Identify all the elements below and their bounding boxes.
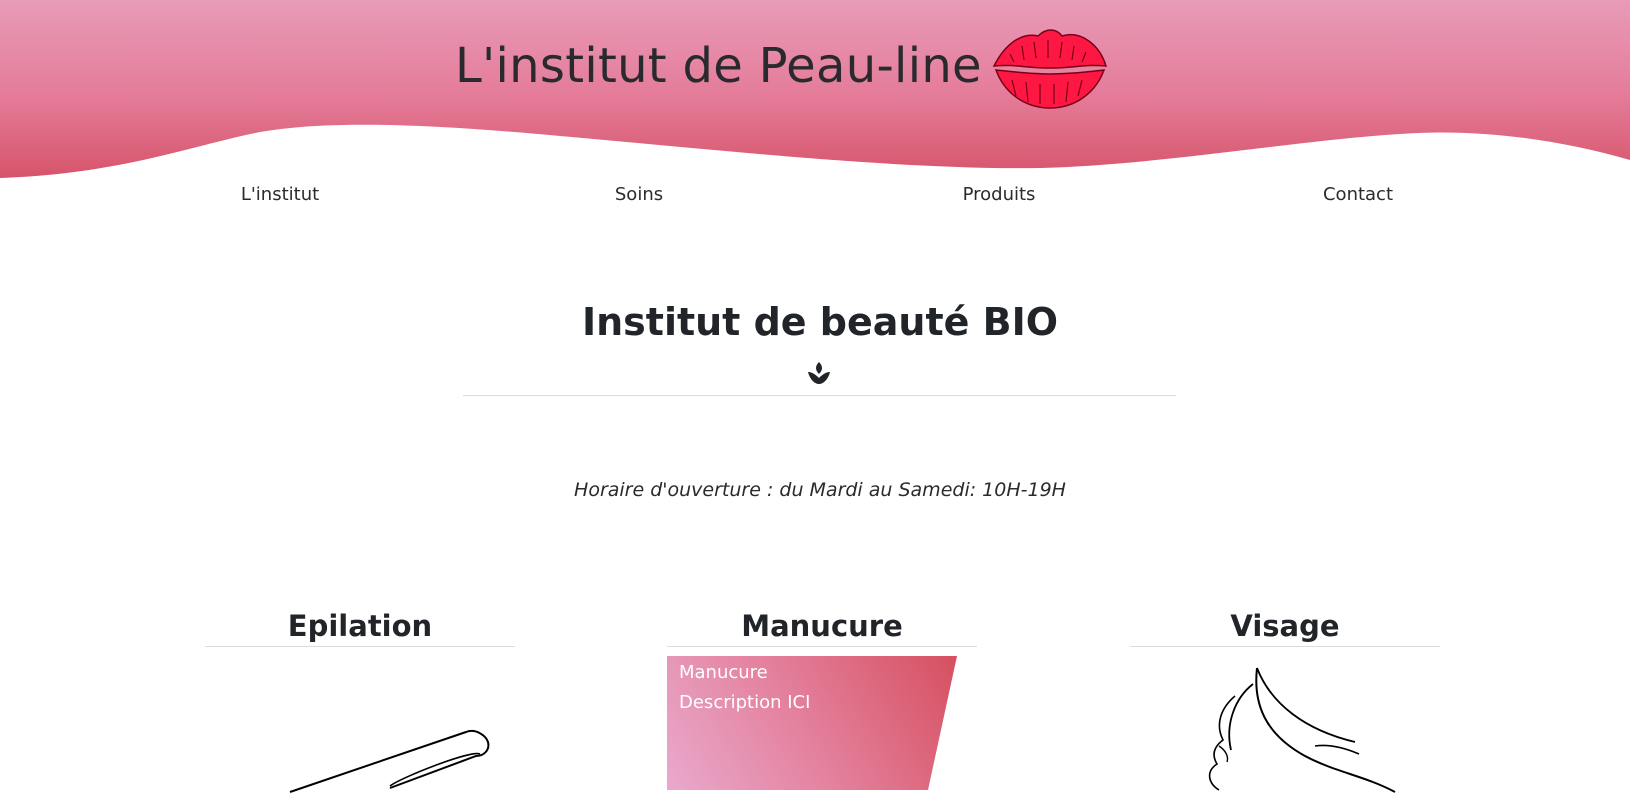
card-visage[interactable]: Visage — [1130, 606, 1440, 647]
card-epilation[interactable]: Epilation — [205, 606, 515, 647]
card-divider — [667, 646, 977, 647]
card-divider — [205, 646, 515, 647]
site-title[interactable]: L'institut de Peau-line — [455, 38, 982, 94]
woman-hair-sketch-icon — [1208, 667, 1396, 793]
card-title-manucure: Manucure — [741, 609, 903, 643]
wax-strip-sketch-icon — [289, 730, 490, 793]
panel-title: Manucure — [679, 662, 768, 683]
nav-item-produits[interactable]: Produits — [963, 184, 1036, 205]
card-divider — [1130, 646, 1440, 647]
nav-item-contact[interactable]: Contact — [1323, 184, 1393, 205]
heading-divider — [463, 395, 1176, 396]
site-header: L'institut de Peau-line — [0, 0, 1630, 185]
lips-kiss-icon — [992, 29, 1108, 109]
nav-item-institut[interactable]: L'institut — [241, 184, 319, 205]
panel-description: Description ICI — [679, 692, 811, 713]
nav-item-soins[interactable]: Soins — [615, 184, 663, 205]
page-title: Institut de beauté BIO — [581, 300, 1059, 344]
card-manucure[interactable]: Manucure — [667, 606, 977, 647]
manucure-hover-panel[interactable]: Manucure Description ICI — [667, 656, 957, 790]
card-title-epilation: Epilation — [287, 609, 433, 643]
opening-hours: Horaire d'ouverture : du Mardi au Samedi… — [574, 479, 1066, 501]
lotus-leaf-icon — [808, 362, 830, 384]
card-title-visage: Visage — [1230, 609, 1340, 643]
main-nav: L'institut Soins Produits Contact — [0, 180, 1630, 210]
